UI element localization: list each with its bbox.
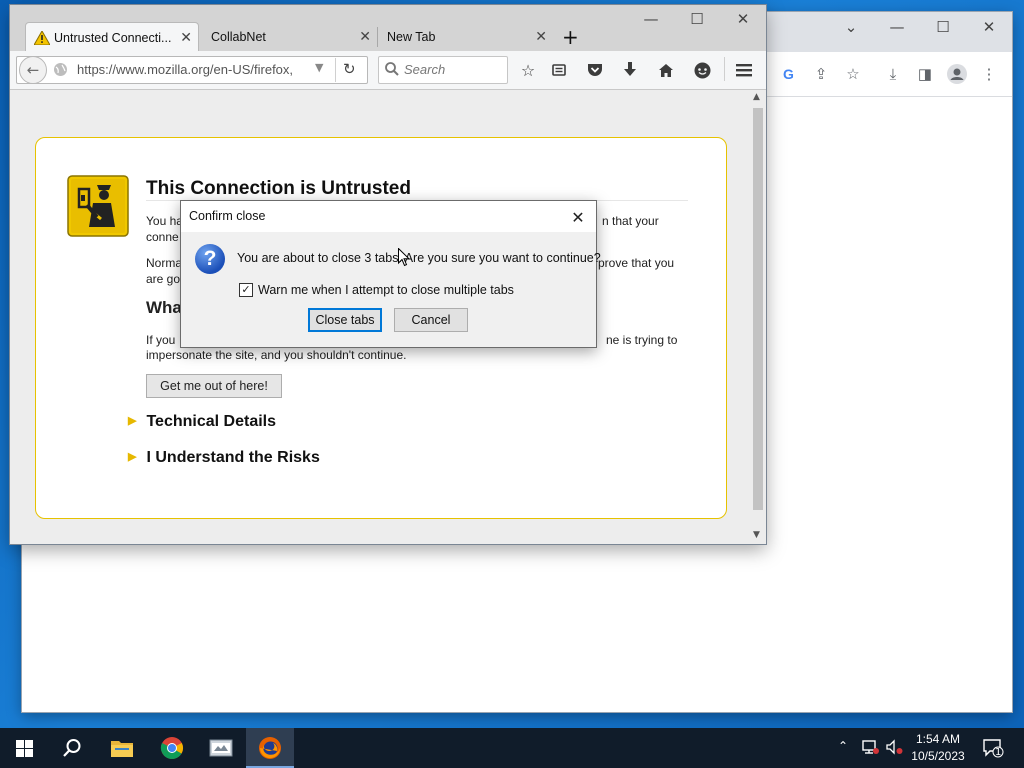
chat-icon[interactable] xyxy=(691,59,713,81)
maximize-icon[interactable]: ☐ xyxy=(920,12,966,42)
scroll-down-icon[interactable]: ▼ xyxy=(753,530,760,540)
notification-count: 1 xyxy=(995,747,1002,758)
minimize-icon[interactable]: — xyxy=(628,5,674,33)
dialog-title: Confirm close xyxy=(189,209,266,223)
scrollbar[interactable]: ▲ ▼ xyxy=(750,90,766,544)
url-text[interactable]: https://www.mozilla.org/en-US/firefox, xyxy=(77,62,317,77)
tab-label: Untrusted Connecti... xyxy=(54,31,172,45)
dialog-message: You are about to close 3 tabs. Are you s… xyxy=(237,251,601,265)
cancel-button[interactable]: Cancel xyxy=(394,308,468,332)
close-tab-icon[interactable]: ✕ xyxy=(535,29,547,45)
error-text-left: conne xyxy=(146,230,179,244)
scroll-up-icon[interactable]: ▲ xyxy=(753,92,760,102)
close-icon[interactable]: ✕ xyxy=(966,12,1012,42)
tab-separator xyxy=(377,27,378,47)
search-icon xyxy=(384,61,400,80)
dropdown-arrow-icon[interactable]: ▼ xyxy=(315,61,323,74)
error-subheading: Wha xyxy=(146,298,182,317)
navigation-toolbar: ← https://www.mozilla.org/en-US/firefox,… xyxy=(10,51,766,90)
search-bar[interactable]: Search xyxy=(378,56,508,84)
tab-label: CollabNet xyxy=(211,30,266,44)
police-officer-icon xyxy=(67,175,129,240)
firefox-icon[interactable] xyxy=(246,728,294,768)
understand-risks-label: I Understand the Risks xyxy=(146,449,320,466)
error-text-right: prove that you xyxy=(598,256,675,270)
clock-time[interactable]: 1:54 AM xyxy=(906,732,970,746)
warn-checkbox[interactable]: ✓ xyxy=(239,283,253,297)
close-tab-icon[interactable]: ✕ xyxy=(359,29,371,45)
error-text-left: You ha xyxy=(146,214,183,228)
plus-icon: + xyxy=(562,25,579,49)
search-placeholder: Search xyxy=(404,62,446,77)
url-separator xyxy=(335,58,336,82)
bookmark-star-icon[interactable]: ☆ xyxy=(517,59,539,81)
search-icon[interactable] xyxy=(48,728,96,768)
close-icon[interactable]: ✕ xyxy=(565,205,591,229)
back-icon[interactable]: ← xyxy=(19,56,47,84)
windows-start-icon[interactable] xyxy=(0,728,48,768)
star-icon[interactable]: ☆ xyxy=(841,62,865,86)
taskbar: ⌃ 1:54 AM 10/5/2023 1 xyxy=(0,728,1024,768)
error-title: This Connection is Untrusted xyxy=(146,178,411,199)
reading-list-icon[interactable] xyxy=(548,59,570,81)
network-icon[interactable] xyxy=(862,739,880,758)
error-text-left: are go xyxy=(146,272,181,286)
technical-details-label: Technical Details xyxy=(146,413,276,430)
tab-collabnet[interactable]: CollabNet ✕ xyxy=(203,22,377,52)
technical-details-toggle[interactable]: ▶ Technical Details xyxy=(128,413,276,431)
warn-checkbox-label[interactable]: Warn me when I attempt to close multiple… xyxy=(258,283,514,297)
dialog-titlebar: Confirm close ✕ xyxy=(181,201,596,232)
error-text-left: If you xyxy=(146,333,176,347)
volume-muted-icon[interactable] xyxy=(886,739,904,758)
error-text: impersonate the site, and you shouldn't … xyxy=(146,348,407,362)
globe-icon[interactable] xyxy=(53,62,68,80)
close-icon[interactable]: ✕ xyxy=(720,5,766,33)
sidebar-icon[interactable]: ◨ xyxy=(913,62,937,86)
error-text-right: n that your xyxy=(602,214,659,228)
chevron-down-icon[interactable]: ⌄ xyxy=(828,12,874,42)
error-text-left: Norma xyxy=(146,256,183,270)
question-icon: ? xyxy=(195,244,225,274)
get-me-out-button[interactable]: Get me out of here! xyxy=(146,374,282,398)
new-tab-button[interactable]: + xyxy=(562,22,582,52)
pocket-icon[interactable] xyxy=(584,59,606,81)
warning-icon xyxy=(34,31,50,45)
google-icon[interactable]: G xyxy=(777,62,801,86)
close-tabs-button[interactable]: Close tabs xyxy=(308,308,382,332)
close-tab-icon[interactable]: ✕ xyxy=(180,30,192,46)
chrome-icon[interactable] xyxy=(148,728,196,768)
menu-icon[interactable] xyxy=(733,59,755,81)
maximize-icon[interactable]: ☐ xyxy=(674,5,720,33)
mouse-cursor-icon xyxy=(398,247,411,270)
toolbar-separator xyxy=(724,57,725,81)
url-bar[interactable]: ← https://www.mozilla.org/en-US/firefox,… xyxy=(16,56,368,84)
tab-bar: Untrusted Connecti... ✕ CollabNet ✕ New … xyxy=(10,5,766,53)
chevron-up-icon[interactable]: ⌃ xyxy=(838,739,848,753)
file-explorer-icon[interactable] xyxy=(98,728,146,768)
understand-risks-toggle[interactable]: ▶ I Understand the Risks xyxy=(128,449,320,467)
download-icon[interactable] xyxy=(619,59,641,81)
app-icon[interactable] xyxy=(197,728,245,768)
minimize-icon[interactable]: — xyxy=(874,12,920,42)
error-text-right: ne is trying to xyxy=(606,333,678,347)
scrollbar-thumb[interactable] xyxy=(753,108,763,510)
tab-label: New Tab xyxy=(387,30,436,44)
triangle-right-icon: ▶ xyxy=(128,451,137,463)
profile-icon[interactable] xyxy=(945,62,969,86)
home-icon[interactable] xyxy=(655,59,677,81)
notification-icon[interactable]: 1 xyxy=(982,738,1004,761)
menu-icon[interactable]: ⋮ xyxy=(977,62,1001,86)
tab-untrusted-connection[interactable]: Untrusted Connecti... ✕ xyxy=(25,22,199,53)
tab-new-tab[interactable]: New Tab ✕ xyxy=(379,22,553,52)
triangle-right-icon: ▶ xyxy=(128,415,137,427)
reload-icon[interactable]: ↻ xyxy=(343,60,356,78)
share-icon[interactable]: ⇪ xyxy=(809,62,833,86)
download-icon[interactable]: ⤓ xyxy=(881,62,905,86)
clock-date[interactable]: 10/5/2023 xyxy=(906,749,970,763)
confirm-close-dialog: Confirm close ✕ ? You are about to close… xyxy=(180,200,601,348)
svg-text:G: G xyxy=(783,66,794,82)
